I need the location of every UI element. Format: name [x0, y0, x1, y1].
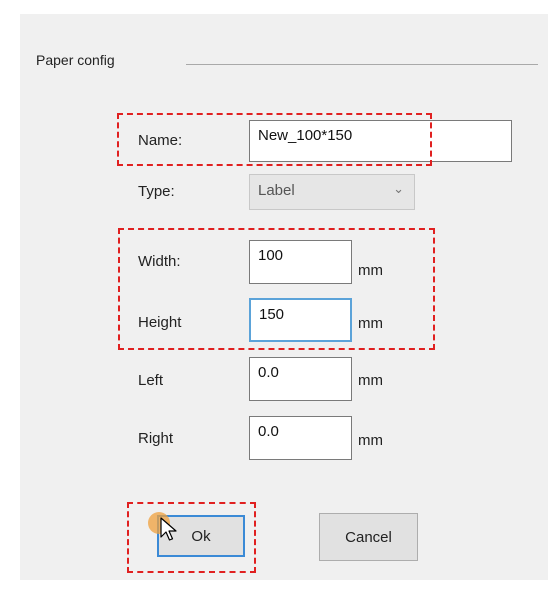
right-label: Right: [138, 430, 174, 447]
width-field[interactable]: 100: [249, 240, 352, 284]
chevron-down-icon: ⌄: [393, 181, 404, 196]
group-divider: [186, 64, 538, 65]
left-label: Left: [138, 372, 164, 389]
height-field[interactable]: 150: [249, 298, 352, 342]
height-unit: mm: [358, 315, 383, 332]
type-label: Type:: [138, 183, 175, 200]
right-unit: mm: [358, 432, 383, 449]
left-field[interactable]: 0.0: [249, 357, 352, 401]
type-select-value: Label: [258, 182, 295, 199]
height-label: Height: [138, 314, 182, 331]
width-unit: mm: [358, 262, 383, 279]
name-label: Name:: [138, 132, 183, 149]
left-unit: mm: [358, 372, 383, 389]
cancel-button[interactable]: Cancel: [319, 513, 418, 561]
group-title: Paper config: [36, 52, 115, 68]
mouse-cursor-icon: [160, 517, 177, 541]
right-field[interactable]: 0.0: [249, 416, 352, 460]
type-select[interactable]: Label ⌄: [249, 174, 415, 210]
width-label: Width:: [138, 253, 181, 270]
name-field[interactable]: New_100*150: [249, 120, 512, 162]
paper-config-dialog: [20, 14, 548, 580]
